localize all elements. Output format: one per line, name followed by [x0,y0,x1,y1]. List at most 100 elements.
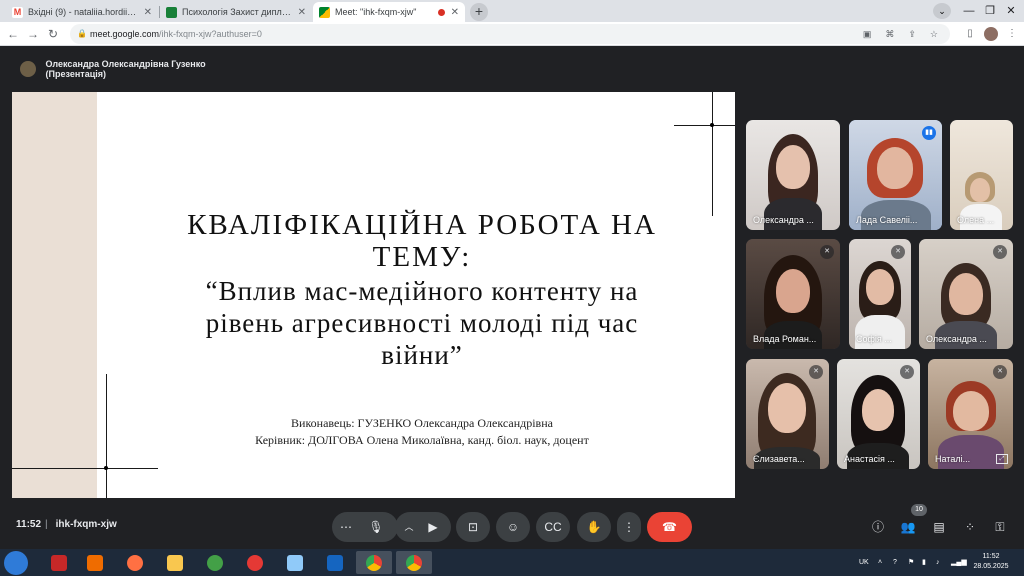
share-icon[interactable]: ⇪ [908,24,916,44]
meeting-time: 11:52 [16,519,42,530]
taskbar-app[interactable] [80,551,110,574]
taskbar-app[interactable] [240,551,270,574]
back-arrow-icon[interactable]: ← [4,25,22,43]
raise-hand-button[interactable]: ✋ [577,512,611,542]
participant-tile[interactable]: ✕ Софія ... [849,239,911,349]
taskbar-app[interactable] [356,551,392,574]
microphone-icon[interactable]: 🎙 [362,512,390,542]
taskbar-app[interactable] [280,551,310,574]
close-icon[interactable]: ✕ [144,7,152,18]
participant-name: Наталі... [935,454,971,464]
close-icon[interactable]: ✕ [451,7,459,18]
gmail-icon: M [12,6,23,18]
taskbar-app[interactable] [200,551,230,574]
slide-author-line: Виконавець: ГУЗЕНКО Олександра Олександр… [291,416,553,430]
reload-icon[interactable]: ↻ [44,25,62,43]
new-tab-button[interactable]: + [470,3,488,21]
reactions-button[interactable]: ☺ [496,512,530,542]
firefox-icon [127,554,143,571]
tray-usb-icon[interactable]: ▮ [922,549,926,576]
taskbar-app[interactable] [320,551,350,574]
video-face [776,145,810,189]
present-screen-icon: ⊡ [467,520,479,534]
taskbar-app[interactable] [160,551,190,574]
participant-name: Олена ... [957,215,995,225]
video-face [970,178,990,202]
keyboard-language[interactable]: UK [859,549,869,576]
clock-separator: | [45,519,48,530]
paint-icon [287,554,303,571]
participant-tile[interactable]: ✕ Анастасія ... [837,359,920,469]
video-face [866,269,894,305]
info-icon[interactable]: ⓘ [869,518,887,536]
mic-button-group: ⋯ 🎙 [332,512,398,542]
taskbar-app[interactable] [44,551,74,574]
participant-tile[interactable]: ✕ Олександра ... [919,239,1013,349]
taskbar-app[interactable] [120,551,150,574]
participant-name: Анастасія ... [844,454,895,464]
tab-title: Вхідні (9) - nataliia.hordiienko@ [28,7,138,17]
present-button[interactable]: ⊡ [456,512,490,542]
camera-icon[interactable]: ▣ [863,24,872,44]
chat-icon[interactable]: ▤ [930,518,948,536]
tray-chevron-icon[interactable]: ˄ [878,549,882,576]
slide-subtitle-line: війни” [381,340,463,370]
taskbar-app[interactable] [396,551,432,574]
expand-icon[interactable]: ⤢ [996,454,1008,464]
slide-decor-line [712,92,713,216]
participant-tile[interactable]: ✕ Наталі... ⤢ [928,359,1013,469]
participant-tile[interactable]: Олександра ... [746,120,840,230]
mic-off-icon: ✕ [891,245,905,259]
tray-network-icon[interactable]: ▂▄▆ [951,549,967,576]
recording-dot-icon [437,8,445,16]
sidebar-icon[interactable]: ▯ [962,25,978,43]
camera-icon[interactable]: ▶ [419,512,447,542]
tab-gmail[interactable]: M Вхідні (9) - nataliia.hordiienko@ ✕ [6,2,158,22]
slide-title-line: ТЕМУ: [372,241,472,273]
video-body [764,198,822,230]
emoji-icon: ☺ [506,520,520,534]
camera-button-group: ︿ ▶ [395,512,451,542]
tab-search-icon[interactable]: ⌄ [933,3,951,19]
translate-icon[interactable]: ⌘ [885,24,894,44]
tray-volume-icon[interactable]: ♪ [936,549,940,576]
slide-decor-dot [710,123,714,127]
windows-start-icon[interactable] [4,551,28,575]
profile-avatar[interactable] [984,27,998,41]
captions-button[interactable]: CC [536,512,570,542]
close-window-button[interactable]: ✕ [997,0,1024,22]
sheets-icon [166,6,177,18]
participant-tile[interactable]: ✕ Влада Роман... [746,239,840,349]
tray-flag-icon[interactable]: ⚑ [908,549,914,576]
hand-icon: ✋ [586,520,602,534]
system-clock[interactable]: 11:52 28.05.2025 [968,552,1014,572]
tab-sheets[interactable]: Психологія Захист дипломних р ✕ [160,2,312,22]
tab-meet[interactable]: Meet: "ihk-fxqm-xjw" ✕ [313,2,465,22]
activities-icon[interactable]: ⁘ [961,518,979,536]
forward-arrow-icon[interactable]: → [24,25,42,43]
end-call-button[interactable]: ☎ [647,512,692,542]
slide-decor-line [106,374,107,498]
more-mic-options-icon[interactable]: ⋯ [338,512,354,542]
more-options-button[interactable]: ⋮ [617,512,641,542]
tray-help-icon[interactable]: ? [893,549,897,576]
chevron-up-icon[interactable]: ︿ [401,512,417,542]
shield-icon [51,554,67,571]
mic-off-icon: ✕ [993,245,1007,259]
participant-name: Лада Савеліі... [856,215,918,225]
url-input[interactable]: 🔒 meet.google.com/ihk-fxqm-xjw?authuser=… [70,24,950,44]
menu-dots-icon[interactable]: ⋮ [1004,25,1020,43]
slide-info: Виконавець: ГУЗЕНКО Олександра Олександр… [122,415,722,449]
host-controls-icon[interactable]: ⚿ [991,518,1009,536]
video-face [953,391,989,431]
participant-tile[interactable]: ▮▮ Лада Савеліі... [849,120,942,230]
participant-tile[interactable]: Олена ... [950,120,1013,230]
system-date: 28.05.2025 [973,563,1009,570]
close-icon[interactable]: ✕ [298,7,306,18]
video-face [862,389,894,431]
bookmark-star-icon[interactable]: ☆ [930,24,938,44]
meet-icon [319,6,330,18]
people-icon[interactable]: 👥 [899,518,917,536]
participant-tile[interactable]: ✕ Єлизавета... [746,359,829,469]
video-face [768,383,806,433]
